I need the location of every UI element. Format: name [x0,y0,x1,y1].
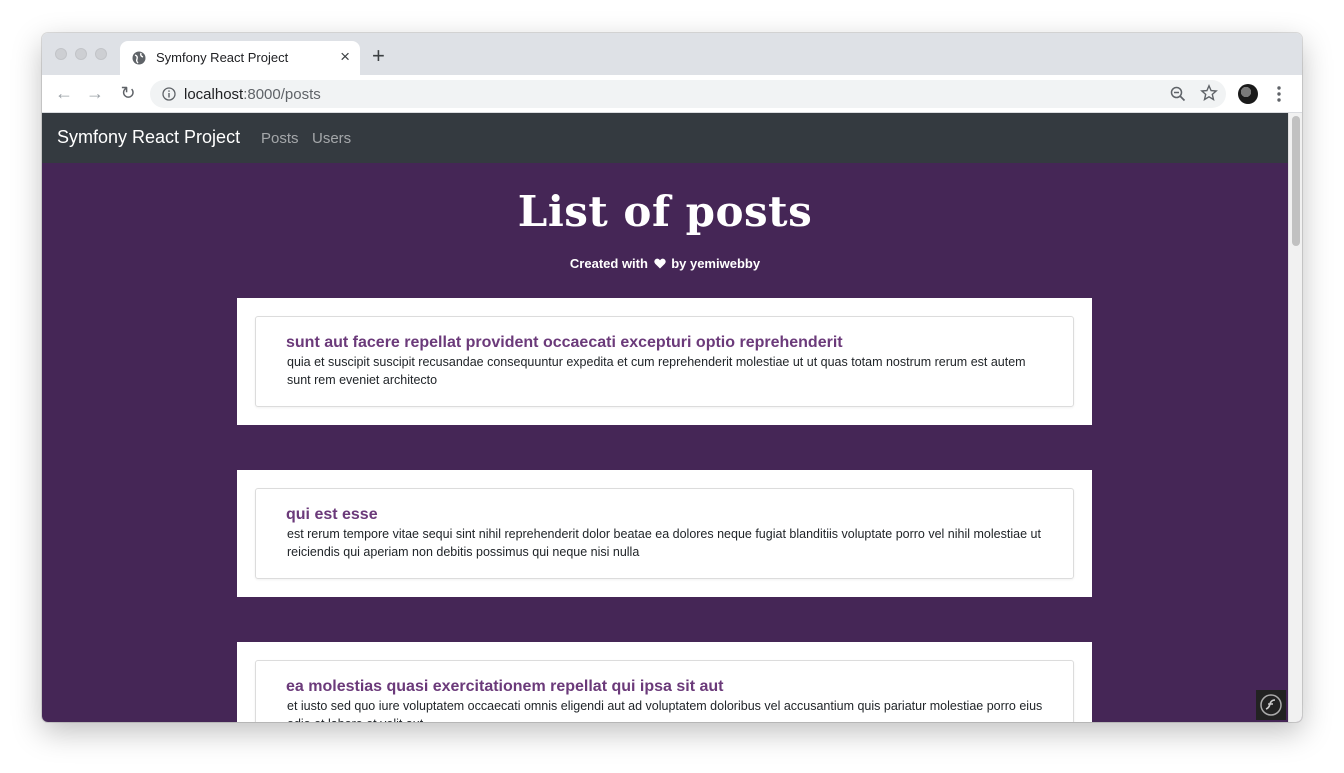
post-title: ea molestias quasi exercitationem repell… [286,678,724,695]
post-body: quia et suscipit suscipit recusandae con… [287,355,1026,387]
post-container: sunt aut facere repellat provident occae… [237,298,1092,425]
post-container: ea molestias quasi exercitationem repell… [237,642,1092,722]
profile-avatar[interactable] [1238,84,1258,104]
back-icon[interactable]: ← [54,83,74,103]
minimize-window-button[interactable] [75,48,87,60]
browser-tab[interactable]: Symfony React Project × [120,41,360,75]
new-tab-button[interactable]: + [372,45,385,67]
tab-close-icon[interactable]: × [340,47,350,67]
post-title: sunt aut facere repellat provident occae… [286,334,843,351]
heart-icon [653,258,666,269]
post-card: sunt aut facere repellat provident occae… [255,316,1074,407]
subtitle-created-with: Created with [569,256,648,271]
menu-kebab-icon[interactable] [1274,84,1284,104]
reload-icon[interactable]: ↻ [118,83,138,103]
bookmark-star-icon[interactable] [1200,84,1218,102]
site-navbar: Symfony React Project Posts Users [42,113,1288,163]
browser-toolbar: ← → ↻ localhost:8000/posts [42,75,1302,113]
navbar-brand[interactable]: Symfony React Project [57,127,240,148]
forward-icon[interactable]: → [85,83,105,103]
post-body: et iusto sed quo iure voluptatem occaeca… [287,699,1043,722]
maximize-window-button[interactable] [95,48,107,60]
url-path: :8000/posts [243,86,321,103]
tab-strip: Symfony React Project × + [42,33,1302,75]
post-title: qui est esse [286,506,378,523]
symfony-toolbar-icon[interactable] [1256,690,1286,720]
subtitle-author: by yemiwebby [671,256,761,271]
browser-window: Symfony React Project × + ← → ↻ localhos… [42,33,1302,722]
page-scrollbar[interactable] [1288,113,1302,722]
scrollbar-thumb[interactable] [1292,116,1300,246]
tab-title: Symfony React Project [156,50,289,65]
post-body: est rerum tempore vitae sequi sint nihil… [287,527,1041,559]
page-title: List of posts [517,187,813,236]
url-text: localhost:8000/posts [184,86,321,103]
globe-icon [132,51,146,65]
nav-link-users[interactable]: Users [312,130,351,147]
address-bar[interactable]: localhost:8000/posts [150,80,1226,108]
nav-link-posts[interactable]: Posts [261,130,299,147]
url-host: localhost [184,86,244,103]
zoom-out-icon[interactable] [1170,86,1186,102]
post-card: ea molestias quasi exercitationem repell… [255,660,1074,722]
close-window-button[interactable] [55,48,67,60]
info-icon[interactable] [162,87,176,101]
page-viewport: Symfony React Project Posts Users List o… [42,113,1302,722]
page-subtitle: Created with by yemiwebby [42,256,1288,271]
post-container: qui est esse est rerum tempore vitae seq… [237,470,1092,597]
post-card: qui est esse est rerum tempore vitae seq… [255,488,1074,579]
